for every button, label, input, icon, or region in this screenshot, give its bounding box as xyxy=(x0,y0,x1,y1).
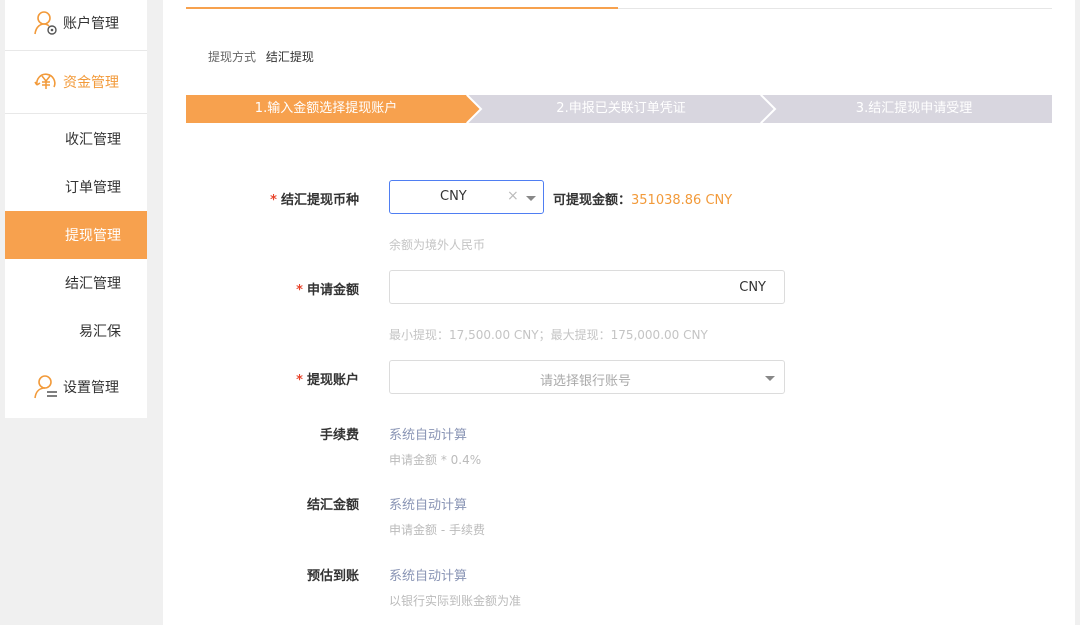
required-mark: * xyxy=(296,283,303,298)
available-amount: 可提现金额：351038.86 CNY xyxy=(553,189,732,208)
sidebar-item-receipts[interactable]: 收汇管理 xyxy=(5,115,147,163)
sidebar-group-funds[interactable]: 资金管理 xyxy=(5,64,147,100)
amount-input[interactable]: CNY xyxy=(389,270,785,304)
breadcrumb-current: 结汇提现 xyxy=(265,50,314,64)
sidebar-group-account-label: 账户管理 xyxy=(63,16,119,32)
user-settings-icon xyxy=(33,10,59,36)
estimate-value: 系统自动计算 xyxy=(389,569,468,584)
available-value: 351038.86 CNY xyxy=(631,193,733,208)
step-1: 1.输入金额选择提现账户 xyxy=(254,101,398,116)
fee-note: 申请金额 * 0.4% xyxy=(389,453,482,467)
sidebar-item-label: 易汇保 xyxy=(79,324,121,340)
account-label-text: 提现账户 xyxy=(306,373,359,388)
settle-label: 结汇金额 xyxy=(306,498,359,513)
estimate-label: 预估到账 xyxy=(306,569,359,584)
sidebar-item-label: 订单管理 xyxy=(65,180,121,196)
divider xyxy=(5,50,147,51)
tab-active-indicator xyxy=(186,7,618,9)
chevron-down-icon[interactable] xyxy=(526,196,536,201)
sidebar-item-label: 提现管理 xyxy=(65,228,121,244)
sidebar-group-funds-label: 资金管理 xyxy=(63,75,119,91)
currency-select-value: CNY xyxy=(440,189,467,204)
fee-label: 手续费 xyxy=(319,428,359,443)
divider xyxy=(5,113,147,114)
required-mark: * xyxy=(296,373,303,388)
step-3: 3.结汇提现申请受理 xyxy=(855,101,973,116)
sidebar-item-withdraw[interactable]: 提现管理 xyxy=(5,211,147,259)
bank-account-select[interactable]: 请选择银行账号 xyxy=(389,360,785,394)
yuan-coin-icon xyxy=(33,69,59,95)
amount-hint: 最小提现：17,500.00 CNY；最大提现：175,000.00 CNY xyxy=(389,328,708,342)
sidebar-group-settings[interactable]: 设置管理 xyxy=(5,369,147,405)
clear-icon[interactable]: × xyxy=(507,188,519,204)
currency-label: * 结汇提现币种 xyxy=(239,189,359,208)
account-label: * 提现账户 xyxy=(239,369,359,388)
breadcrumb-prefix: 提现方式 xyxy=(208,50,257,64)
main-panel: 提现方式 结汇提现 1.输入金额选择提现账户 2.申报已关联订单凭证 3.结汇提… xyxy=(163,0,1075,625)
sidebar: 账户管理 资金管理 收汇管理 订单管理 提现管理 结汇管理 易汇保 设置管理 xyxy=(5,0,147,418)
step-progress: 1.输入金额选择提现账户 2.申报已关联订单凭证 3.结汇提现申请受理 xyxy=(186,95,1052,123)
sidebar-item-yihuibao[interactable]: 易汇保 xyxy=(5,307,147,355)
bank-account-placeholder: 请选择银行账号 xyxy=(540,374,632,389)
settle-value: 系统自动计算 xyxy=(389,498,468,513)
fee-value: 系统自动计算 xyxy=(389,428,468,443)
currency-label-text: 结汇提现币种 xyxy=(280,193,359,208)
settle-note: 申请金额 - 手续费 xyxy=(389,523,485,537)
available-label: 可提现金额： xyxy=(553,193,632,208)
estimate-note: 以银行实际到账金额为准 xyxy=(389,594,522,608)
sidebar-item-settlement[interactable]: 结汇管理 xyxy=(5,259,147,307)
amount-unit: CNY xyxy=(739,280,766,295)
sidebar-item-label: 收汇管理 xyxy=(65,132,121,148)
user-gear-icon xyxy=(33,374,59,400)
breadcrumb: 提现方式 结汇提现 xyxy=(208,48,314,65)
chevron-down-icon[interactable] xyxy=(765,376,775,381)
currency-hint: 余额为境外人民币 xyxy=(389,238,486,252)
sidebar-item-label: 结汇管理 xyxy=(65,276,121,292)
required-mark: * xyxy=(270,193,277,208)
sidebar-group-account[interactable]: 账户管理 xyxy=(5,5,147,41)
sidebar-group-settings-label: 设置管理 xyxy=(63,380,119,396)
amount-label-text: 申请金额 xyxy=(306,283,359,298)
sidebar-item-orders[interactable]: 订单管理 xyxy=(5,163,147,211)
amount-label: * 申请金额 xyxy=(239,279,359,298)
currency-select[interactable]: CNY × xyxy=(389,180,544,214)
step-2: 2.申报已关联订单凭证 xyxy=(556,101,686,116)
